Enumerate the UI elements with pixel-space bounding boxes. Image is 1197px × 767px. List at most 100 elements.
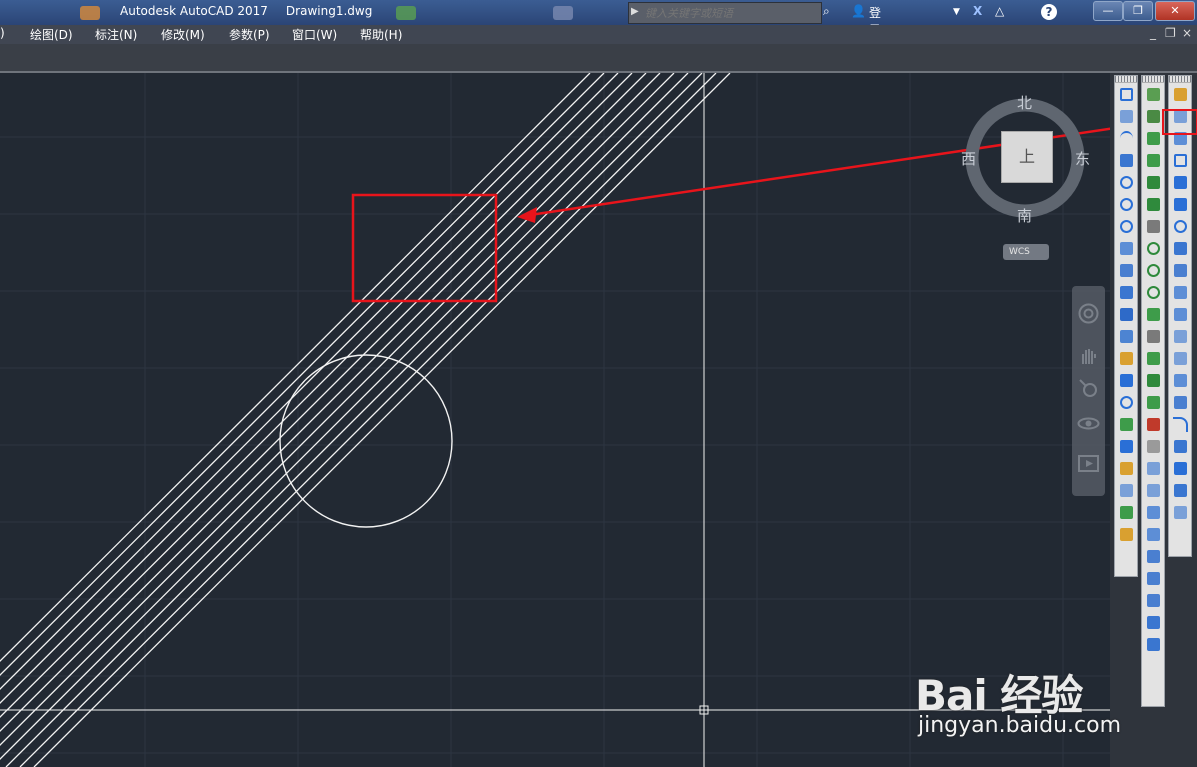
restore-button[interactable]: ❐ xyxy=(1123,1,1153,21)
pan-hand-icon[interactable] xyxy=(1076,344,1101,369)
diameter-dim-icon[interactable] xyxy=(1115,215,1137,237)
linear-dim-icon[interactable] xyxy=(1115,83,1137,105)
baseline-dim-icon[interactable] xyxy=(1115,281,1137,303)
chevron-down-icon[interactable]: ▼ xyxy=(953,7,960,17)
zoom-center-icon[interactable] xyxy=(1142,523,1164,545)
snap-extension-icon[interactable] xyxy=(1142,215,1164,237)
menu-modify[interactable]: 修改(M) xyxy=(161,26,205,43)
dim-style-icon[interactable] xyxy=(1115,523,1137,545)
zoom-dynamic-icon[interactable] xyxy=(1142,479,1164,501)
ordinate-dim-icon[interactable] xyxy=(1115,149,1137,171)
exchange-icon[interactable]: X xyxy=(973,4,982,18)
search-box[interactable]: ▶ xyxy=(628,2,822,24)
doc-restore-icon[interactable]: ❐ xyxy=(1165,26,1176,40)
search-input[interactable] xyxy=(643,4,819,22)
snap-insert-icon[interactable] xyxy=(1142,347,1164,369)
erase-icon[interactable] xyxy=(1169,83,1191,105)
doc-minimize-icon[interactable]: _ xyxy=(1150,26,1156,40)
menu-help[interactable]: 帮助(H) xyxy=(360,26,402,43)
help-icon[interactable]: ? xyxy=(1041,4,1057,20)
fillet-icon[interactable] xyxy=(1169,413,1191,435)
inspect-icon[interactable] xyxy=(1115,413,1137,435)
zoom-scale-icon[interactable] xyxy=(1142,501,1164,523)
qat-icon[interactable] xyxy=(553,6,573,20)
showmotion-icon[interactable] xyxy=(1076,451,1101,476)
array-icon[interactable] xyxy=(1169,171,1191,193)
toolbar-grip[interactable] xyxy=(1142,76,1164,83)
scale-icon[interactable] xyxy=(1169,237,1191,259)
zoom-all-icon[interactable] xyxy=(1142,611,1164,633)
explode-icon[interactable] xyxy=(1169,457,1191,479)
move-icon[interactable] xyxy=(1169,193,1191,215)
toolbar-grip[interactable] xyxy=(1169,76,1191,83)
edit-polyline-icon[interactable] xyxy=(1169,479,1191,501)
menu-parametric[interactable]: 参数(P) xyxy=(229,26,270,43)
tolerance-icon[interactable] xyxy=(1115,369,1137,391)
snap-settings-icon[interactable] xyxy=(1142,435,1164,457)
compass-east[interactable]: 东 xyxy=(1075,148,1090,169)
snap-from-icon[interactable] xyxy=(1142,105,1164,127)
compass-west[interactable]: 西 xyxy=(961,148,976,169)
dim-text-edit-icon[interactable] xyxy=(1115,479,1137,501)
blend-curves-icon[interactable] xyxy=(1169,435,1191,457)
user-icon[interactable]: 👤 xyxy=(851,4,866,18)
a360-icon[interactable]: △ xyxy=(995,4,1004,18)
orbit-icon[interactable] xyxy=(1076,411,1101,436)
snap-node-icon[interactable] xyxy=(1142,369,1164,391)
minimize-button[interactable]: — xyxy=(1093,1,1123,21)
menu-dimension[interactable]: 标注(N) xyxy=(95,26,137,43)
snap-quadrant-icon[interactable] xyxy=(1142,259,1164,281)
qat-icon[interactable] xyxy=(396,6,416,20)
center-mark-icon[interactable] xyxy=(1115,391,1137,413)
menu-draw[interactable]: 绘图(D) xyxy=(30,26,73,43)
chamfer-icon[interactable] xyxy=(1169,391,1191,413)
edit-spline-icon[interactable] xyxy=(1169,501,1191,523)
close-button[interactable]: ✕ xyxy=(1155,1,1195,21)
jogged-linear-icon[interactable] xyxy=(1115,435,1137,457)
snap-perpendicular-icon[interactable] xyxy=(1142,303,1164,325)
snap-parallel-icon[interactable] xyxy=(1142,325,1164,347)
trim-icon[interactable] xyxy=(1169,281,1191,303)
quick-dim-icon[interactable] xyxy=(1115,259,1137,281)
snap-apparent-icon[interactable] xyxy=(1142,193,1164,215)
break-at-point-icon[interactable] xyxy=(1169,325,1191,347)
snap-none-icon[interactable] xyxy=(1142,413,1164,435)
radius-dim-icon[interactable] xyxy=(1115,171,1137,193)
wcs-dropdown[interactable]: WCS xyxy=(1003,244,1049,260)
dim-break-icon[interactable] xyxy=(1115,347,1137,369)
dim-update-icon[interactable] xyxy=(1115,501,1137,523)
zoom-window-icon[interactable] xyxy=(1142,457,1164,479)
temp-track-icon[interactable] xyxy=(1142,83,1164,105)
jogged-dim-icon[interactable] xyxy=(1115,193,1137,215)
dim-edit-icon[interactable] xyxy=(1115,457,1137,479)
dim-space-icon[interactable] xyxy=(1115,325,1137,347)
zoom-object-icon[interactable] xyxy=(1142,545,1164,567)
break-icon[interactable] xyxy=(1169,347,1191,369)
join-icon[interactable] xyxy=(1169,369,1191,391)
steering-wheel-icon[interactable] xyxy=(1076,301,1101,326)
zoom-out-icon[interactable] xyxy=(1142,589,1164,611)
snap-tangent-icon[interactable] xyxy=(1142,281,1164,303)
doc-close-icon[interactable]: × xyxy=(1182,26,1192,40)
zoom-in-icon[interactable] xyxy=(1142,567,1164,589)
zoom-extents-icon[interactable] xyxy=(1076,376,1101,401)
viewcube-top-face[interactable]: 上 xyxy=(1001,131,1053,183)
snap-center-icon[interactable] xyxy=(1142,237,1164,259)
menu-item[interactable]: ) xyxy=(0,26,5,40)
parallel-lines[interactable] xyxy=(0,73,731,767)
rotate-icon[interactable] xyxy=(1169,215,1191,237)
snap-endpoint-icon[interactable] xyxy=(1142,127,1164,149)
arc-length-icon[interactable] xyxy=(1115,127,1137,149)
continue-dim-icon[interactable] xyxy=(1115,303,1137,325)
snap-intersection-icon[interactable] xyxy=(1142,171,1164,193)
binoculars-icon[interactable]: ⌕ xyxy=(823,4,830,19)
extend-icon[interactable] xyxy=(1169,303,1191,325)
zoom-extents-tool-icon[interactable] xyxy=(1142,633,1164,655)
snap-midpoint-icon[interactable] xyxy=(1142,149,1164,171)
angular-dim-icon[interactable] xyxy=(1115,237,1137,259)
toolbar-grip[interactable] xyxy=(1115,76,1137,83)
stretch-icon[interactable] xyxy=(1169,259,1191,281)
snap-nearest-icon[interactable] xyxy=(1142,391,1164,413)
compass-north[interactable]: 北 xyxy=(1017,92,1032,113)
offset-icon[interactable] xyxy=(1169,149,1191,171)
